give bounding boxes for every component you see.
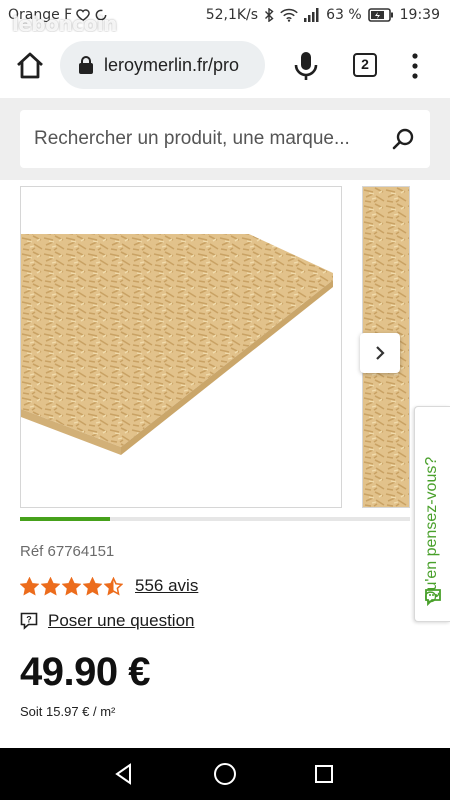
rating-stars xyxy=(20,576,123,596)
unit-price: Soit 15.97 € / m² xyxy=(20,704,116,719)
battery-percent: 63 % xyxy=(326,7,362,23)
star-icon xyxy=(41,576,60,595)
reviews-link[interactable]: 556 avis xyxy=(135,576,198,596)
feedback-tab[interactable]: Qu'en pensez-vous? xyxy=(414,406,450,622)
bluetooth-icon xyxy=(265,8,274,22)
product-reference: Réf 67764151 xyxy=(20,543,115,560)
question-bubble-icon: ? xyxy=(20,612,38,630)
recent-apps-icon[interactable] xyxy=(314,764,334,784)
gallery-progress xyxy=(20,517,410,521)
product-price: 49.90 € xyxy=(20,650,150,694)
star-icon xyxy=(83,576,102,595)
gallery-progress-fill xyxy=(20,517,110,521)
system-nav-bar xyxy=(0,748,450,800)
browser-toolbar: leroymerlin.fr/pro 2 xyxy=(0,32,450,98)
signal-icon xyxy=(304,8,319,22)
gallery-next-button[interactable] xyxy=(360,333,400,373)
home-icon[interactable] xyxy=(14,50,46,82)
rating-row: 556 avis xyxy=(20,576,198,596)
product-gallery: Qu'en pensez-vous? xyxy=(0,180,450,622)
lock-icon xyxy=(79,56,93,74)
chat-bubble-icon xyxy=(425,589,441,607)
svg-text:?: ? xyxy=(26,615,32,625)
chevron-right-icon xyxy=(376,346,385,360)
search-placeholder: Rechercher un produit, une marque... xyxy=(34,128,350,149)
ask-question-row[interactable]: ? Poser une question xyxy=(20,611,195,631)
tab-switcher-button[interactable]: 2 xyxy=(353,53,377,77)
product-image[interactable] xyxy=(20,186,342,508)
address-bar[interactable]: leroymerlin.fr/pro xyxy=(60,41,265,89)
wifi-icon xyxy=(280,8,298,22)
star-icon xyxy=(104,576,123,595)
clock: 19:39 xyxy=(399,7,440,23)
osb-board-picture xyxy=(21,234,333,455)
search-input[interactable]: Rechercher un produit, une marque... xyxy=(20,110,430,168)
back-icon[interactable] xyxy=(113,763,135,785)
search-band: Rechercher un produit, une marque... xyxy=(0,98,450,180)
network-speed: 52,1K/s xyxy=(205,7,259,23)
feedback-label: Qu'en pensez-vous? xyxy=(423,456,440,603)
battery-icon xyxy=(367,8,393,22)
home-circle-icon[interactable] xyxy=(213,762,237,786)
status-bar: Orange F 52,1K/s 63 % 19:39 leboncoin xyxy=(0,0,450,36)
microphone-icon[interactable] xyxy=(292,50,320,82)
status-right: 52,1K/s 63 % 19:39 xyxy=(206,7,440,23)
star-icon xyxy=(20,576,39,595)
url-text: leroymerlin.fr/pro xyxy=(104,54,240,75)
more-vertical-icon[interactable] xyxy=(405,52,425,80)
star-icon xyxy=(62,576,81,595)
search-icon[interactable] xyxy=(392,127,416,151)
ask-question-link[interactable]: Poser une question xyxy=(48,611,195,631)
